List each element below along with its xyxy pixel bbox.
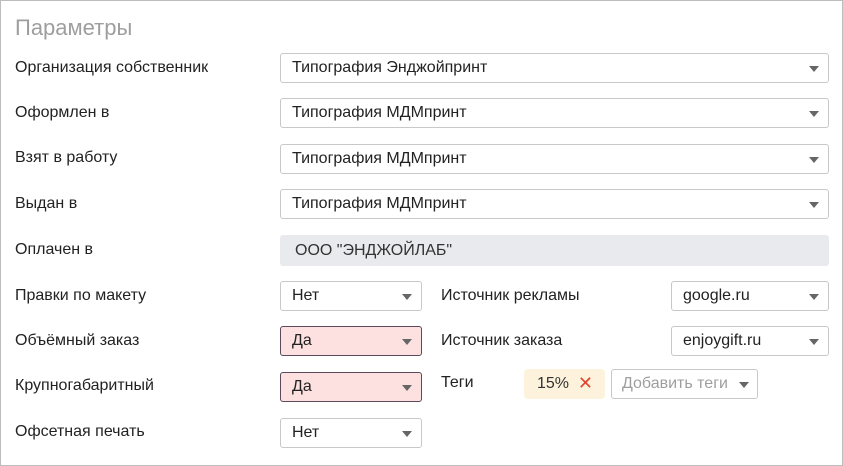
offset-print-label: Офсетная печать — [15, 423, 145, 440]
issued-in-select[interactable]: Типография МДМпринт — [280, 98, 829, 128]
chevron-down-icon — [402, 294, 412, 300]
tag-chip-text: 15% — [537, 375, 570, 392]
taken-into-work-value: Типография МДМпринт — [292, 150, 467, 167]
tag-chip: 15% ✕ — [524, 369, 605, 399]
oversized-select[interactable]: Да — [280, 372, 422, 402]
paid-in-value: ООО "ЭНДЖОЙЛАБ" — [280, 235, 829, 266]
issued-in-value: Типография МДМпринт — [292, 104, 467, 121]
chevron-down-icon — [402, 431, 412, 437]
offset-print-select[interactable]: Нет — [280, 418, 422, 448]
chevron-down-icon — [809, 339, 819, 345]
owner-org-select[interactable]: Типография Энджойпринт — [280, 53, 829, 83]
oversized-label: Крупногабаритный — [15, 377, 154, 394]
paid-in-label: Оплачен в — [15, 241, 94, 258]
close-icon[interactable]: ✕ — [578, 369, 593, 398]
owner-org-value: Типография Энджойпринт — [292, 59, 488, 76]
panel-title: Параметры — [15, 15, 133, 40]
ad-source-label: Источник рекламы — [441, 287, 580, 304]
layout-edits-label: Правки по макету — [15, 287, 147, 304]
order-source-label: Источник заказа — [441, 332, 563, 349]
ad-source-value: google.ru — [683, 287, 750, 304]
parameters-panel: Параметры Организация собственник Типогр… — [0, 0, 843, 466]
offset-print-value: Нет — [292, 424, 320, 441]
taken-into-work-label: Взят в работу — [15, 149, 118, 166]
delivered-in-value: Типография МДМпринт — [292, 195, 467, 212]
chevron-down-icon — [809, 66, 819, 72]
taken-into-work-select[interactable]: Типография МДМпринт — [280, 144, 829, 174]
chevron-down-icon — [809, 202, 819, 208]
chevron-down-icon — [809, 157, 819, 163]
delivered-in-select[interactable]: Типография МДМпринт — [280, 189, 829, 219]
layout-edits-value: Нет — [292, 287, 320, 304]
chevron-down-icon — [402, 339, 412, 345]
order-source-select[interactable]: enjoygift.ru — [671, 326, 829, 356]
chevron-down-icon — [809, 294, 819, 300]
chevron-down-icon — [402, 385, 412, 391]
oversized-value: Да — [292, 378, 312, 395]
issued-in-label: Оформлен в — [15, 104, 110, 121]
bulk-order-select[interactable]: Да — [280, 326, 422, 356]
layout-edits-select[interactable]: Нет — [280, 281, 422, 311]
bulk-order-value: Да — [292, 332, 312, 349]
bulk-order-label: Объёмный заказ — [15, 332, 140, 349]
add-tags-select[interactable]: Добавить теги — [611, 369, 758, 399]
tags-label: Теги — [441, 374, 474, 391]
order-source-value: enjoygift.ru — [683, 332, 762, 349]
delivered-in-label: Выдан в — [15, 195, 78, 212]
ad-source-select[interactable]: google.ru — [671, 281, 829, 311]
owner-org-label: Организация собственник — [15, 59, 209, 76]
add-tags-placeholder: Добавить теги — [622, 375, 728, 392]
chevron-down-icon — [809, 111, 819, 117]
chevron-down-icon — [739, 382, 749, 388]
